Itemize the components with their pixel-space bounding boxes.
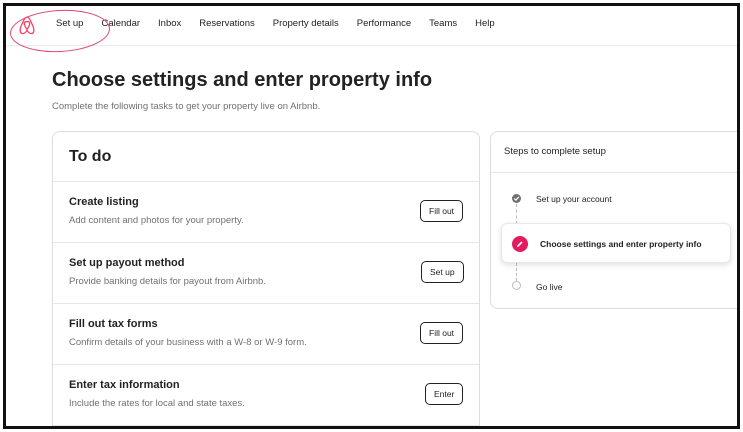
nav-items: Set up Calendar Inbox Reservations Prope… [56, 18, 513, 29]
divider [491, 172, 737, 173]
task-title: Create listing [69, 196, 139, 208]
step-label: Choose settings and enter property info [540, 239, 702, 249]
nav-item-inbox[interactable]: Inbox [158, 18, 181, 29]
steps-heading: Steps to complete setup [504, 146, 606, 157]
nav-item-help[interactable]: Help [475, 18, 495, 29]
empty-circle-icon [512, 281, 521, 290]
page-subtitle: Complete the following tasks to get your… [52, 101, 321, 112]
enter-tax-info-button[interactable]: Enter [425, 383, 464, 405]
fill-out-tax-forms-button[interactable]: Fill out [420, 322, 464, 344]
fill-out-listing-button[interactable]: Fill out [420, 200, 464, 222]
task-title: Fill out tax forms [69, 318, 158, 330]
current-step[interactable]: Choose settings and enter property info [501, 223, 731, 263]
step-label: Set up your account [536, 194, 612, 204]
task-title: Set up payout method [69, 257, 185, 269]
todo-card: To do Create listing Add content and pho… [52, 131, 480, 426]
top-nav: Set up Calendar Inbox Reservations Prope… [6, 6, 737, 55]
pencil-icon [512, 236, 528, 252]
task-row: Create listing Add content and photos fo… [53, 182, 479, 242]
todo-heading: To do [69, 148, 112, 165]
screenshot-frame: Set up Calendar Inbox Reservations Prope… [3, 3, 740, 429]
steps-card: Steps to complete setup Set up your acco… [490, 131, 737, 309]
divider [53, 425, 479, 426]
nav-item-property-details[interactable]: Property details [273, 18, 339, 29]
step-connector [516, 204, 517, 224]
page-title: Choose settings and enter property info [52, 69, 433, 91]
task-description: Confirm details of your business with a … [69, 337, 307, 348]
nav-item-reservations[interactable]: Reservations [199, 18, 254, 29]
task-row: Enter tax information Include the rates … [53, 365, 479, 425]
check-icon [512, 194, 521, 203]
task-row: Fill out tax forms Confirm details of yo… [53, 304, 479, 364]
task-row: Set up payout method Provide banking det… [53, 243, 479, 303]
task-title: Enter tax information [69, 379, 180, 391]
step-connector [516, 263, 517, 281]
nav-item-performance[interactable]: Performance [357, 18, 411, 29]
task-description: Add content and photos for your property… [69, 215, 244, 226]
task-description: Include the rates for local and state ta… [69, 398, 245, 409]
set-up-payout-button[interactable]: Set up [421, 261, 464, 283]
step-label: Go live [536, 282, 563, 292]
nav-item-teams[interactable]: Teams [429, 18, 457, 29]
task-description: Provide banking details for payout from … [69, 276, 266, 287]
